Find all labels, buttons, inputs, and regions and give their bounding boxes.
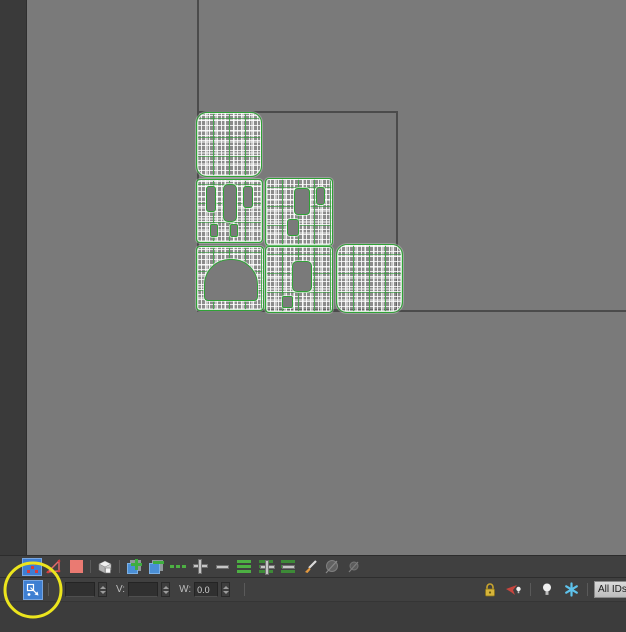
bottom-toolbar: V: W: 0.0 All IDs <box>0 555 626 632</box>
grow-loop-button[interactable] <box>190 558 210 576</box>
lock-selection-button[interactable] <box>480 581 500 599</box>
plus-icon <box>192 559 208 574</box>
vertex-mode-button[interactable] <box>22 557 42 576</box>
ring-bars-icon <box>281 560 295 563</box>
red-pointer-icon <box>506 584 521 595</box>
paint-select-button[interactable] <box>300 558 320 576</box>
circle-slash-icon <box>325 559 338 573</box>
annotation-overlay <box>3 561 63 619</box>
paint-size-up-button[interactable] <box>322 558 342 576</box>
shrink-uv-selection-button[interactable] <box>146 558 166 576</box>
offset-mode-icon <box>26 583 39 596</box>
status-controls: All IDs <box>480 578 626 601</box>
green-plus-icon <box>131 558 142 570</box>
ring-bars-icon <box>237 560 251 563</box>
select-element-button[interactable] <box>95 558 115 576</box>
uv-island-left-slotted[interactable] <box>196 179 263 243</box>
material-id-value: All IDs <box>598 584 626 595</box>
edge-mode-button[interactable] <box>44 558 64 576</box>
w-value-field[interactable]: 0.0 <box>194 582 219 597</box>
uv-island-right-rounded[interactable] <box>336 244 403 313</box>
toolbar-separator <box>587 583 588 596</box>
vertex-dots-icon <box>27 561 30 565</box>
spin-down-icon <box>162 590 169 594</box>
uv-island-cutout <box>316 187 325 205</box>
statusbar-strip <box>0 601 626 632</box>
uv-island-top-rounded[interactable] <box>196 112 262 177</box>
filter-selected-faces-button[interactable] <box>504 581 524 599</box>
uv-island-cutout <box>282 296 293 308</box>
uv-island-center-bottom-slotted[interactable] <box>265 246 333 313</box>
w-spinner[interactable] <box>221 582 231 597</box>
absolute-offset-toggle-button[interactable] <box>23 579 43 600</box>
loop-dashes-icon <box>170 565 174 568</box>
uv-island-cutout <box>292 261 312 292</box>
grow-uv-selection-button[interactable] <box>124 558 144 576</box>
material-id-dropdown[interactable]: All IDs <box>594 581 626 598</box>
small-circle-slash-icon <box>348 561 359 572</box>
select-edge-loop-button[interactable] <box>168 558 188 576</box>
select-edge-ring-button[interactable] <box>234 558 254 576</box>
spin-up-icon <box>222 585 229 589</box>
w-label: W: <box>179 583 192 595</box>
uv-island-cutout <box>206 186 216 212</box>
v-spinner[interactable] <box>161 582 171 597</box>
toolbar-separator <box>48 583 49 596</box>
uv-island-cutout <box>210 224 218 237</box>
cube-icon <box>98 560 112 573</box>
uv-island-center-top-slotted[interactable] <box>265 178 333 246</box>
shrink-ring-button[interactable] <box>278 558 298 576</box>
lightbulb-icon <box>543 583 551 595</box>
transform-typein-row: V: W: 0.0 All IDs <box>0 578 626 601</box>
paint-size-down-button[interactable] <box>344 558 364 576</box>
uv-island-cutout <box>230 224 238 237</box>
spin-up-icon <box>162 585 169 589</box>
edge-triangle-icon <box>46 558 61 573</box>
minus-icon <box>215 564 229 569</box>
toolbar-separator <box>244 583 246 596</box>
toolbar-separator <box>90 560 91 573</box>
polygon-square-icon <box>69 560 83 573</box>
uv-editor-window: V: W: 0.0 All IDs <box>0 0 626 632</box>
lock-icon <box>485 582 495 596</box>
minus-icon <box>282 564 295 569</box>
green-minus-icon <box>153 560 164 564</box>
uv-island-cutout <box>243 186 253 208</box>
uv-island-arch[interactable] <box>196 246 264 311</box>
v-label: V: <box>116 583 126 595</box>
grow-ring-button[interactable] <box>256 558 276 576</box>
uv-island-cutout <box>204 259 258 301</box>
uv-island-cutout <box>294 188 310 215</box>
front-square-icon <box>149 562 160 574</box>
spin-up-icon <box>99 585 106 589</box>
toolbar-separator <box>530 583 531 596</box>
v-value-field[interactable] <box>128 582 159 597</box>
w-value: 0.0 <box>197 584 210 595</box>
polygon-mode-button[interactable] <box>66 558 86 576</box>
u-spinner[interactable] <box>98 582 107 597</box>
show-hidden-edges-button[interactable] <box>537 581 557 599</box>
u-value-field[interactable] <box>65 582 95 597</box>
shrink-loop-button[interactable] <box>212 558 232 576</box>
selection-toolbar-row <box>0 556 626 578</box>
spin-down-icon <box>99 590 106 594</box>
paintbrush-icon <box>305 559 317 573</box>
left-panel-strip <box>0 0 27 556</box>
uv-island-cutout <box>223 184 237 222</box>
freeze-selected-button[interactable] <box>561 581 581 599</box>
uv-island-cutout <box>287 219 299 236</box>
toolbar-separator <box>119 560 120 573</box>
spin-down-icon <box>222 590 229 594</box>
snowflake-icon <box>564 582 578 597</box>
plus-icon <box>260 559 275 575</box>
